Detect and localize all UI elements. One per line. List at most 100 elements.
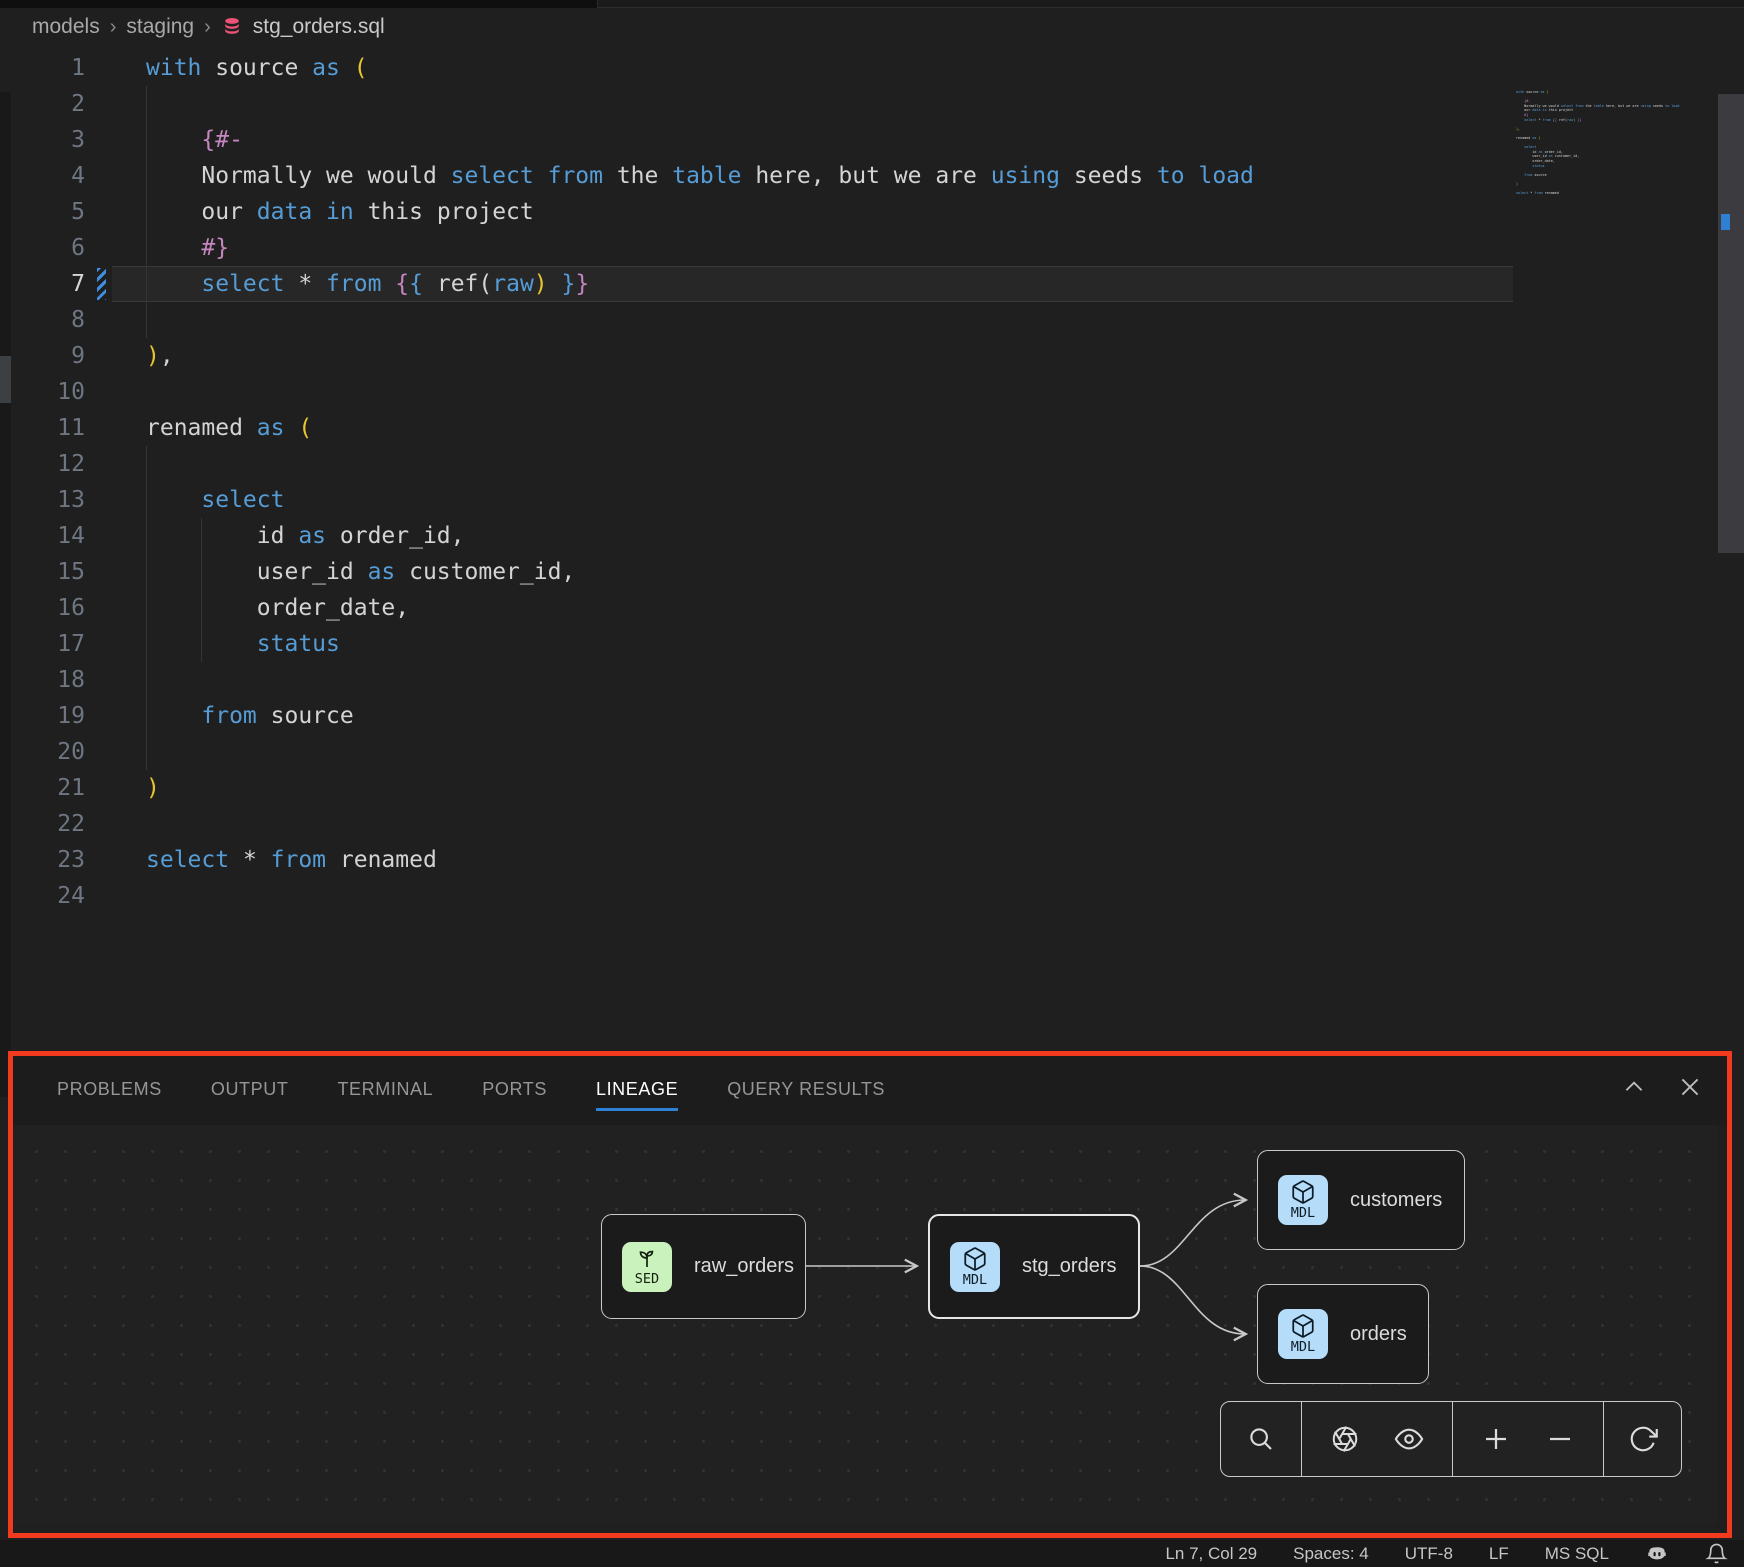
code-line[interactable]: 1with source as ( — [0, 50, 1513, 86]
lineage-node-customers[interactable]: MDL customers — [1257, 1150, 1465, 1250]
code-line[interactable]: 14 id as order_id, — [0, 518, 1513, 554]
line-number: 15 — [0, 554, 85, 590]
code-line[interactable]: 8 — [0, 302, 1513, 338]
overview-ruler-modified-marker — [1721, 214, 1730, 230]
node-label: stg_orders — [1022, 1255, 1117, 1278]
code-line[interactable]: 17 status — [0, 626, 1513, 662]
editor-tab-bar-sliver — [0, 0, 1744, 8]
line-number: 7 — [0, 266, 85, 302]
tab-bar-rest — [598, 0, 1744, 8]
zoom-in-icon[interactable] — [1474, 1417, 1518, 1461]
cube-icon: MDL — [1278, 1175, 1328, 1225]
panel-tab-query-results[interactable]: QUERY RESULTS — [727, 1073, 885, 1109]
indent-guide — [146, 662, 147, 698]
encoding[interactable]: UTF-8 — [1405, 1544, 1453, 1564]
code-lines[interactable]: 1with source as (23 {#-4 Normally we wou… — [0, 50, 1513, 914]
indent-guide — [146, 518, 147, 554]
notifications-icon[interactable] — [1705, 1542, 1728, 1565]
lineage-toolbar — [1220, 1401, 1682, 1477]
node-label: orders — [1350, 1323, 1407, 1346]
modified-line-gutter-marker — [97, 268, 106, 300]
line-number: 12 — [0, 446, 85, 482]
indent-guide — [146, 554, 147, 590]
indent-guide — [146, 590, 147, 626]
lineage-node-raw_orders[interactable]: SEDraw_orders — [601, 1214, 806, 1319]
code-line[interactable]: 18 — [0, 662, 1513, 698]
indentation[interactable]: Spaces: 4 — [1293, 1544, 1369, 1564]
code-line[interactable]: 3 {#- — [0, 122, 1513, 158]
eol-sequence[interactable]: LF — [1489, 1544, 1509, 1564]
code-line[interactable]: 20 — [0, 734, 1513, 770]
code-line[interactable]: 7 select * from {{ ref(raw) }} — [0, 266, 1513, 302]
scrollbar-thumb[interactable] — [1718, 94, 1744, 553]
panel-tabs: PROBLEMS OUTPUT TERMINAL PORTS LINEAGE QUERY … — [57, 1073, 885, 1109]
code-line[interactable]: 10 — [0, 374, 1513, 410]
cube-icon: MDL — [950, 1242, 1000, 1292]
indent-guide — [146, 194, 147, 230]
language-mode[interactable]: MS SQL — [1545, 1544, 1609, 1564]
code-line[interactable]: 24 — [0, 878, 1513, 914]
editor-scrollbar[interactable] — [1718, 46, 1744, 1051]
line-number: 24 — [0, 878, 85, 914]
indent-guide — [146, 482, 147, 518]
indent-guide — [146, 122, 147, 158]
line-number: 1 — [0, 50, 85, 86]
indent-guide — [201, 590, 202, 626]
indent-guide — [146, 698, 147, 734]
refresh-icon[interactable] — [1621, 1417, 1665, 1461]
panel-tab-terminal[interactable]: TERMINAL — [337, 1073, 433, 1109]
line-number: 22 — [0, 806, 85, 842]
node-label: customers — [1350, 1189, 1442, 1212]
line-number: 16 — [0, 590, 85, 626]
cursor-position[interactable]: Ln 7, Col 29 — [1165, 1544, 1257, 1564]
vscode-window: models › staging › stg_orders.sql 1with … — [0, 0, 1744, 1567]
line-number: 17 — [0, 626, 85, 662]
indent-guide — [201, 554, 202, 590]
code-line[interactable]: 13 select — [0, 482, 1513, 518]
panel-tab-problems[interactable]: PROBLEMS — [57, 1073, 162, 1109]
copilot-icon[interactable] — [1645, 1542, 1669, 1566]
code-line[interactable]: 12 — [0, 446, 1513, 482]
active-editor-tab-sliver — [0, 0, 598, 8]
zoom-out-icon[interactable] — [1538, 1417, 1582, 1461]
code-line[interactable]: 11renamed as ( — [0, 410, 1513, 446]
panel-actions — [1619, 1072, 1705, 1102]
panel-header: PROBLEMS OUTPUT TERMINAL PORTS LINEAGE QUERY … — [13, 1056, 1727, 1125]
lineage-node-stg_orders[interactable]: MDL stg_orders — [928, 1214, 1140, 1319]
indent-guide — [146, 302, 147, 338]
code-line[interactable]: 5 our data in this project — [0, 194, 1513, 230]
line-number: 13 — [0, 482, 85, 518]
code-line[interactable]: 16 order_date, — [0, 590, 1513, 626]
panel-tab-ports[interactable]: PORTS — [482, 1073, 547, 1109]
code-line[interactable]: 6 #} — [0, 230, 1513, 266]
code-line[interactable]: 23select * from renamed — [0, 842, 1513, 878]
code-line[interactable]: 9), — [0, 338, 1513, 374]
eye-icon[interactable] — [1387, 1417, 1431, 1461]
code-line[interactable]: 19 from source — [0, 698, 1513, 734]
seed-icon: SED — [622, 1242, 672, 1292]
line-number: 19 — [0, 698, 85, 734]
indent-guide — [146, 626, 147, 662]
code-line[interactable]: 21) — [0, 770, 1513, 806]
code-editor[interactable]: 1with source as (23 {#-4 Normally we wou… — [0, 46, 1744, 1051]
line-number: 9 — [0, 338, 85, 374]
lineage-node-orders[interactable]: MDLorders — [1257, 1284, 1429, 1384]
minimap[interactable]: with source as ( {#- Normally we would s… — [1516, 90, 1708, 220]
indent-guide — [146, 266, 147, 302]
breadcrumb-item-staging[interactable]: staging — [126, 15, 194, 39]
breadcrumb-item-models[interactable]: models — [32, 15, 100, 39]
breadcrumb-file[interactable]: stg_orders.sql — [253, 15, 385, 39]
code-line[interactable]: 22 — [0, 806, 1513, 842]
panel-tab-lineage[interactable]: LINEAGE — [596, 1073, 678, 1109]
code-line[interactable]: 4 Normally we would select from the tabl… — [0, 158, 1513, 194]
close-icon[interactable] — [1675, 1072, 1705, 1102]
chevron-up-icon[interactable] — [1619, 1072, 1649, 1102]
line-number: 4 — [0, 158, 85, 194]
lineage-canvas[interactable]: SEDraw_ordersMDLstg_ordersMDLcustomersMD… — [13, 1125, 1717, 1523]
breadcrumb: models › staging › stg_orders.sql — [32, 8, 385, 46]
code-line[interactable]: 2 — [0, 86, 1513, 122]
panel-tab-output[interactable]: OUTPUT — [211, 1073, 289, 1109]
code-line[interactable]: 15 user_id as customer_id, — [0, 554, 1513, 590]
aperture-icon[interactable] — [1323, 1417, 1367, 1461]
search-icon[interactable] — [1239, 1417, 1283, 1461]
